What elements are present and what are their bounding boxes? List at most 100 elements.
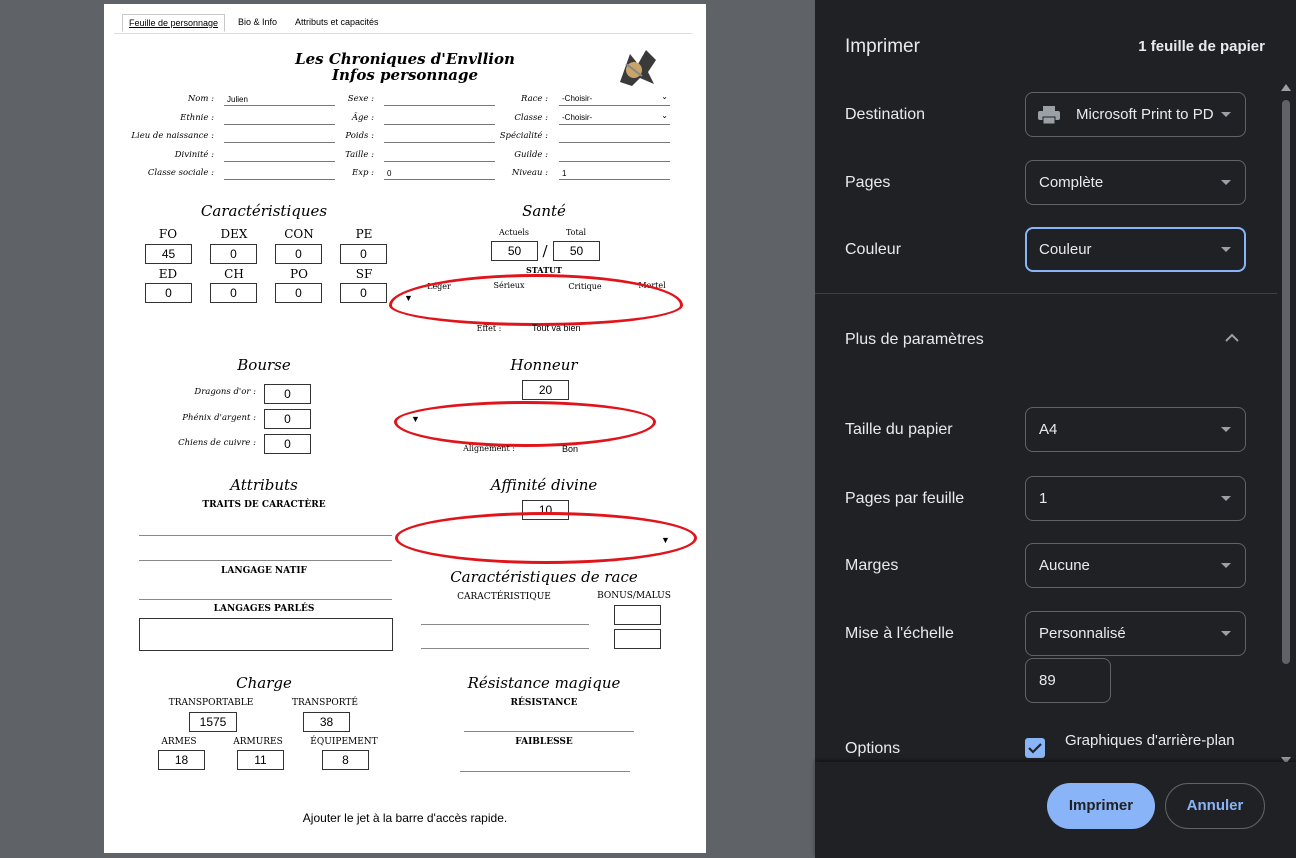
- classe-select[interactable]: -Choisir- ⌄: [559, 111, 670, 125]
- traits-line-2[interactable]: [139, 560, 392, 561]
- po-label: PO: [290, 267, 308, 281]
- faiblesse-field[interactable]: [460, 771, 630, 772]
- dropdown-caret-icon: [1221, 247, 1231, 252]
- dragon-logo-icon: [620, 50, 656, 86]
- cancel-button[interactable]: Annuler: [1165, 783, 1265, 829]
- ed-label: ED: [158, 267, 178, 281]
- tab-feuille-de-personnage[interactable]: Feuille de personnage: [122, 14, 226, 32]
- scale-custom-input[interactable]: 89: [1025, 658, 1111, 703]
- sante-actuels-input[interactable]: 50: [491, 241, 538, 261]
- armures-label: ARMURES: [233, 737, 283, 747]
- poids-field[interactable]: [384, 129, 495, 143]
- lieu-field[interactable]: [224, 129, 335, 143]
- pages-label: Pages: [845, 174, 891, 191]
- guilde-field[interactable]: [559, 148, 670, 162]
- honneur-input[interactable]: 20: [522, 380, 569, 400]
- destination-select[interactable]: Microsoft Print to PD: [1025, 92, 1246, 137]
- fo-input[interactable]: 45: [145, 244, 192, 264]
- transportable-label: TRANSPORTABLE: [168, 698, 254, 708]
- resistance-title: Résistance magique: [467, 674, 621, 692]
- paper-size-value: A4: [1039, 421, 1058, 438]
- langage-natif-field[interactable]: [139, 599, 392, 600]
- pages-per-sheet-select[interactable]: 1: [1025, 476, 1246, 521]
- scale-select[interactable]: Personnalisé: [1025, 611, 1246, 656]
- race-carac-field-1[interactable]: [421, 624, 589, 625]
- more-settings-toggle[interactable]: Plus de paramètres: [845, 331, 984, 349]
- langages-parles-textarea[interactable]: [139, 618, 393, 651]
- sexe-label: Sexe :: [347, 94, 374, 104]
- armes-input[interactable]: 18: [158, 750, 205, 770]
- resistance-field[interactable]: [464, 731, 634, 732]
- margins-select[interactable]: Aucune: [1025, 543, 1246, 588]
- transportable-input[interactable]: 1575: [189, 712, 237, 732]
- charge-title: Charge: [236, 674, 292, 692]
- race-select[interactable]: -Choisir- ⌄: [559, 92, 670, 106]
- race-bonus-input-2[interactable]: [614, 629, 661, 649]
- dropdown-caret-icon: [1221, 496, 1231, 501]
- armures-input[interactable]: 11: [237, 750, 284, 770]
- dropdown-caret-icon: [1221, 112, 1231, 117]
- pages-per-sheet-label: Pages par feuille: [845, 490, 965, 507]
- scrollbar-thumb[interactable]: [1282, 100, 1290, 664]
- bourse-title: Bourse: [237, 356, 291, 374]
- race-value: -Choisir-: [562, 94, 593, 103]
- nom-field[interactable]: Julien: [224, 92, 335, 106]
- sante-title: Santé: [522, 202, 566, 220]
- exp-field[interactable]: 0: [384, 166, 495, 180]
- sf-input[interactable]: 0: [340, 283, 387, 303]
- taille-field[interactable]: [384, 148, 495, 162]
- pe-input[interactable]: 0: [340, 244, 387, 264]
- classe-sociale-field[interactable]: [224, 166, 335, 180]
- equipement-input[interactable]: 8: [322, 750, 369, 770]
- print-settings-panel: Imprimer 1 feuille de papier Destination…: [815, 0, 1296, 858]
- race-bonus-input-1[interactable]: [614, 605, 661, 625]
- destination-value: Microsoft Print to PD: [1076, 106, 1214, 123]
- specialite-field[interactable]: [559, 129, 670, 143]
- tab-attributs-capacites[interactable]: Attributs et capacités: [289, 14, 385, 30]
- dropdown-caret-icon: [1221, 631, 1231, 636]
- ch-input[interactable]: 0: [210, 283, 257, 303]
- age-field[interactable]: [384, 111, 495, 125]
- print-preview-area: Feuille de personnage Bio & Info Attribu…: [0, 0, 815, 858]
- paper-size-select[interactable]: A4: [1025, 407, 1246, 452]
- alignement-label: Alignement :: [463, 444, 515, 453]
- exp-label: Exp :: [351, 168, 374, 178]
- dex-input[interactable]: 0: [210, 244, 257, 264]
- dialog-footer: Imprimer Annuler: [815, 762, 1296, 858]
- ed-input[interactable]: 0: [145, 283, 192, 303]
- scroll-up-arrow-icon[interactable]: [1281, 84, 1291, 91]
- traits-line-1[interactable]: [139, 535, 392, 536]
- chiens-input[interactable]: 0: [264, 434, 311, 454]
- chiens-label: Chiens de cuivre :: [178, 438, 256, 448]
- taille-label: Taille :: [345, 150, 374, 160]
- po-input[interactable]: 0: [275, 283, 322, 303]
- con-input[interactable]: 0: [275, 244, 322, 264]
- dragons-input[interactable]: 0: [264, 384, 311, 404]
- con-label: CON: [284, 227, 314, 241]
- sexe-field[interactable]: [384, 92, 495, 106]
- classe-value: -Choisir-: [562, 113, 593, 122]
- phenix-input[interactable]: 0: [264, 409, 311, 429]
- effet-value: Tout va bien: [532, 323, 581, 333]
- sante-total-input[interactable]: 50: [553, 241, 600, 261]
- ethnie-field[interactable]: [224, 111, 335, 125]
- actuels-label: Actuels: [498, 228, 530, 237]
- settings-scrollbar[interactable]: [1280, 84, 1292, 764]
- lieu-label: Lieu de naissance :: [131, 131, 214, 141]
- pages-select[interactable]: Complète: [1025, 160, 1246, 205]
- background-graphics-checkbox[interactable]: [1025, 738, 1045, 758]
- section-divider: [815, 293, 1277, 294]
- divinite-field[interactable]: [224, 148, 335, 162]
- margins-label: Marges: [845, 557, 899, 574]
- print-button[interactable]: Imprimer: [1047, 783, 1155, 829]
- chevron-up-icon[interactable]: [1225, 333, 1239, 343]
- race-caracs-col2-label: BONUS/MALUS: [597, 591, 671, 601]
- transporte-input[interactable]: 38: [303, 712, 350, 732]
- resistance-label: RÉSISTANCE: [510, 698, 578, 708]
- tab-bio-info[interactable]: Bio & Info: [232, 14, 283, 30]
- classe-label: Classe :: [514, 113, 548, 123]
- niveau-field[interactable]: 1: [559, 166, 670, 180]
- couleur-select[interactable]: Couleur: [1025, 227, 1246, 272]
- race-carac-field-2[interactable]: [421, 648, 589, 649]
- fo-label: FO: [158, 227, 178, 241]
